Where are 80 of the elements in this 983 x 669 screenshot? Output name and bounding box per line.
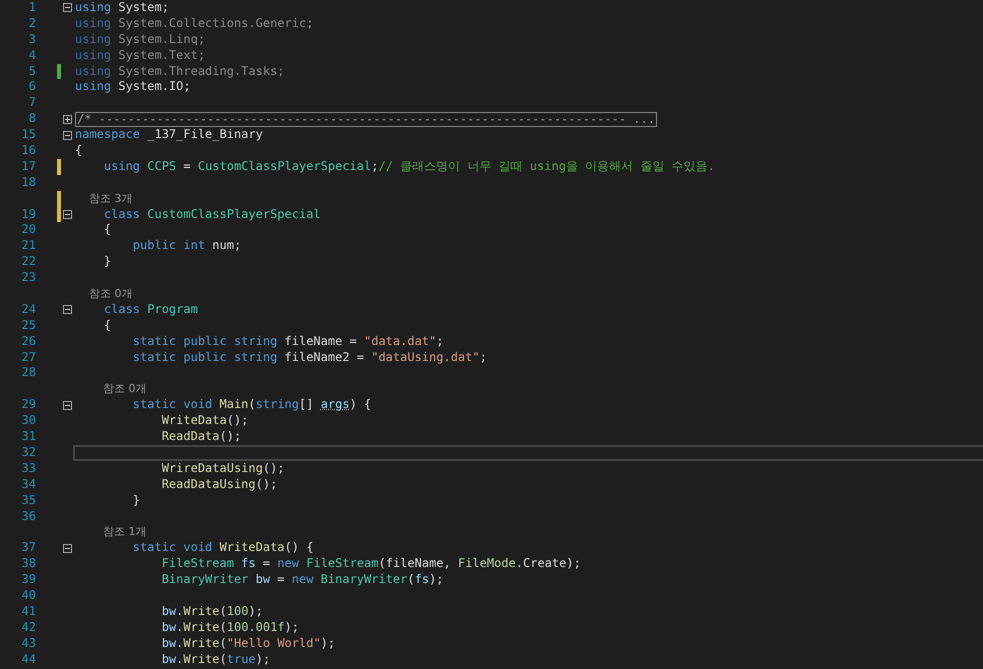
code-line: bw.Write(100); (160, 604, 263, 620)
code-line: class Program (102, 302, 198, 318)
line-number: 37 (22, 540, 36, 554)
line-number: 23 (22, 270, 36, 284)
line-number: 39 (22, 572, 36, 586)
code-line: static public string fileName = "data.dat"; (132, 334, 444, 350)
collapse-icon[interactable] (63, 400, 72, 410)
code-line: namespace _137_File_Binary (75, 127, 263, 144)
line-number: 36 (22, 508, 36, 522)
line-number: 27 (22, 350, 36, 364)
code-line: { (102, 318, 112, 334)
line-number: 41 (22, 604, 36, 618)
code-line: FileStream fs = new FileStream(fileName, FileMode.Create); (160, 556, 581, 572)
code-line: { (102, 222, 112, 238)
code-line: using System.Collections.Generic; (75, 16, 314, 32)
code-line: using CCPS = CustomClassPlayerSpecial;// 클래스명이 너무 길때 using을 이용해서 줄일 수있음. (102, 158, 715, 175)
code-line: static void WriteData() { (132, 540, 314, 556)
line-number: 8 (28, 111, 36, 126)
line-number: 7 (28, 95, 36, 110)
collapse-icon[interactable] (63, 544, 72, 553)
code-line: ReadDataUsing(); (160, 476, 278, 493)
line-number: 15 (22, 127, 36, 142)
code-line: static public string fileName2 = "dataUsing.dat"; (132, 350, 487, 366)
code-line: using System; (75, 0, 169, 16)
line-number: 20 (22, 222, 36, 236)
line-number: 26 (22, 334, 36, 348)
code-line: bw.Write(true); (160, 652, 270, 668)
line-number: 16 (22, 143, 36, 158)
code-line: class CustomClassPlayerSpecial (102, 206, 321, 222)
line-number: 25 (22, 318, 36, 332)
line-number: 31 (22, 429, 36, 444)
line-number: 3 (28, 32, 36, 46)
code-line: public int num; (132, 238, 242, 254)
line-number: 5 (28, 64, 36, 78)
collapse-icon[interactable] (63, 305, 72, 314)
expand-icon[interactable] (63, 114, 72, 124)
line-number: 18 (22, 174, 36, 189)
code-line: ReadData(); (160, 429, 242, 445)
code-line: { (75, 143, 82, 159)
line-number: 4 (28, 48, 36, 62)
code-line: using System.Text; (75, 48, 206, 64)
line-number: 44 (22, 652, 36, 666)
line-number: 17 (22, 158, 36, 173)
line-number: 2 (28, 16, 36, 30)
collapse-icon[interactable] (63, 210, 72, 220)
line-number: 34 (22, 476, 36, 491)
line-number: 22 (22, 254, 36, 268)
line-number: 35 (22, 492, 36, 507)
code-line: } (102, 254, 112, 270)
line-number: 33 (22, 460, 36, 475)
code-line: WriteData(); (160, 413, 248, 430)
code-line: using System.Linq; (75, 32, 206, 48)
code-line: static void Main(string[] args) { (132, 397, 372, 414)
line-number: 38 (22, 556, 36, 570)
line-number: 1 (28, 0, 36, 14)
line-number: 6 (28, 79, 36, 94)
line-number: 43 (22, 636, 36, 650)
reference-count[interactable]: 참조 0개 (75, 381, 146, 398)
line-number: 28 (22, 365, 36, 380)
code-line: } (132, 492, 140, 508)
reference-count[interactable]: 참조 1개 (75, 524, 146, 540)
code-line: WrireDataUsing(); (160, 460, 285, 477)
line-number: 19 (22, 206, 36, 221)
code-line: using System.IO; (75, 79, 191, 96)
reference-count[interactable]: 참조 0개 (75, 286, 132, 302)
code-line: BinaryWriter bw = new BinaryWriter(fs); (160, 572, 444, 588)
line-number: 21 (22, 238, 36, 252)
line-number: 29 (22, 397, 36, 412)
collapse-icon[interactable] (63, 130, 72, 140)
collapsed-region[interactable]: /* ------------------------------------------------------------------------- ... (75, 112, 657, 127)
collapse-icon[interactable] (63, 3, 72, 12)
reference-count[interactable]: 참조 3개 (75, 190, 132, 207)
line-number: 42 (22, 620, 36, 634)
code-line: using System.Threading.Tasks; (75, 64, 285, 80)
line-number: 40 (22, 588, 36, 602)
code-line: bw.Write("Hello World"); (160, 636, 336, 652)
code-line: bw.Write(100.001f); (160, 620, 299, 636)
line-number: 24 (22, 302, 36, 316)
line-number: 30 (22, 413, 36, 428)
line-number: 32 (22, 444, 36, 459)
